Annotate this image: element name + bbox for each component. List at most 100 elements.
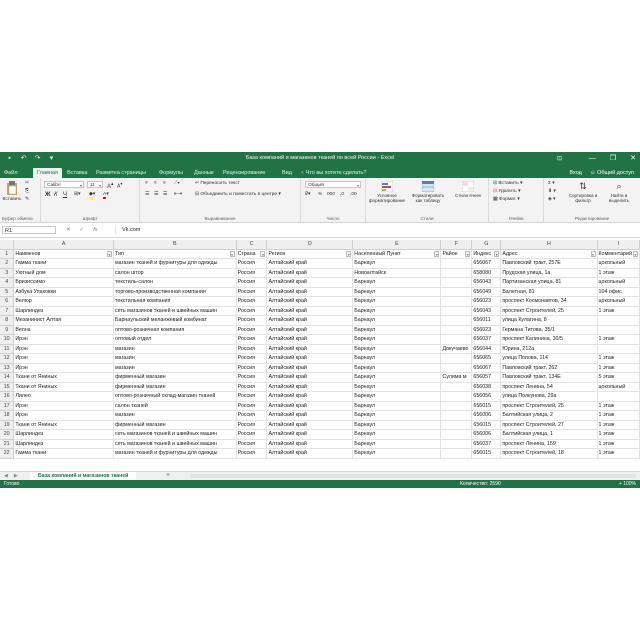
table-cell[interactable]: Алтайский край: [266, 287, 354, 297]
table-cell[interactable]: Барнаул: [352, 382, 442, 392]
table-cell[interactable]: Россия: [236, 439, 268, 449]
table-cell[interactable]: Павловский тракт, 262: [500, 363, 598, 373]
table-cell[interactable]: Россия: [236, 382, 268, 392]
tell-me-search[interactable]: ♀ Что вы хотите сделать?: [300, 168, 366, 178]
zoom-level[interactable]: + 100%: [619, 480, 636, 488]
header-cell[interactable]: Комментарий ▾: [597, 249, 640, 259]
table-cell[interactable]: Барнаул: [352, 325, 442, 335]
table-cell[interactable]: Россия: [236, 401, 268, 411]
header-cell[interactable]: Наименов ▾: [13, 249, 115, 259]
column-header-c[interactable]: C: [236, 240, 268, 250]
table-cell[interactable]: Ткани от Яниных: [13, 420, 115, 430]
cancel-icon[interactable]: ✕: [66, 226, 71, 234]
table-cell[interactable]: сеть магазинов тканей и швейных машин: [113, 306, 237, 316]
cell-styles-button[interactable]: Стили ячеек: [451, 181, 485, 198]
table-cell[interactable]: [440, 448, 473, 459]
table-cell[interactable]: салон штор: [113, 268, 237, 278]
fill-icon[interactable]: ⬇ ▾: [548, 189, 556, 195]
table-cell[interactable]: [440, 306, 473, 316]
table-cell[interactable]: сеть магазинов тканей и швейных машин: [113, 439, 237, 449]
bold-button[interactable]: Ж: [45, 192, 50, 198]
grow-font-icon[interactable]: A▴: [107, 181, 114, 190]
table-cell[interactable]: 656006: [471, 429, 502, 440]
table-cell[interactable]: Алтайский край: [266, 429, 354, 440]
enter-icon[interactable]: ✓: [80, 226, 85, 234]
table-cell[interactable]: 656043: [471, 306, 502, 316]
table-cell[interactable]: Алтайский край: [266, 410, 354, 421]
table-cell[interactable]: Алтайский край: [266, 420, 354, 430]
table-cell[interactable]: 1 этаж: [597, 401, 640, 411]
table-cell[interactable]: Ткани от Яниных: [13, 382, 115, 392]
table-cell[interactable]: Алтайский край: [266, 344, 354, 354]
tab-data[interactable]: Данные: [194, 168, 214, 178]
table-cell[interactable]: Россия: [236, 420, 268, 430]
table-cell[interactable]: Алтайский край: [266, 325, 354, 335]
table-cell[interactable]: [440, 401, 473, 411]
name-box[interactable]: R1: [2, 226, 56, 234]
tab-review[interactable]: Рецензирование: [223, 168, 265, 178]
table-cell[interactable]: цокольный: [597, 277, 640, 288]
maximize-button[interactable]: ❐: [610, 154, 616, 163]
table-cell[interactable]: проспект Ленина, 54: [500, 382, 598, 392]
table-cell[interactable]: Барнаул: [352, 391, 442, 402]
fill-color-icon[interactable]: ◆▾: [89, 192, 95, 199]
table-cell[interactable]: Лилео: [13, 391, 115, 402]
table-cell[interactable]: Ткани от Яниных: [13, 372, 115, 383]
table-cell[interactable]: Уютный дом: [13, 268, 115, 278]
merge-center-button[interactable]: ⊟ Объединить и поместить в центре ▾: [195, 192, 281, 198]
tab-file[interactable]: Файл: [4, 168, 18, 178]
table-cell[interactable]: Шарлиндез: [13, 439, 115, 449]
indent-icon[interactable]: ⇤⇥: [174, 192, 182, 198]
table-cell[interactable]: [440, 258, 473, 269]
table-cell[interactable]: [440, 439, 473, 449]
table-cell[interactable]: Барнаул: [352, 287, 442, 297]
table-cell[interactable]: Алтайский край: [266, 315, 354, 326]
table-cell[interactable]: Россия: [236, 277, 268, 288]
table-cell[interactable]: проспект Строителей, 25: [500, 401, 598, 411]
sort-filter-button[interactable]: ⇅ Сортировка и фильтр: [566, 181, 600, 203]
percent-icon[interactable]: %: [318, 192, 322, 198]
row-header[interactable]: 16: [0, 391, 15, 402]
header-cell[interactable]: Тип ▾: [113, 249, 237, 259]
conditional-formatting-button[interactable]: Условное форматирование: [368, 181, 406, 203]
column-header-g[interactable]: G: [471, 240, 502, 250]
filter-dropdown-icon[interactable]: ▾: [346, 250, 352, 257]
row-header[interactable]: 6: [0, 296, 15, 307]
table-cell[interactable]: Прудская улица, 1а: [500, 268, 598, 278]
table-cell[interactable]: магазин: [113, 363, 237, 373]
table-cell[interactable]: магазин тканей и фурнитуры для одежды: [113, 258, 237, 269]
table-cell[interactable]: [597, 325, 640, 335]
table-cell[interactable]: 656067: [471, 363, 502, 373]
align-left-icon[interactable]: ☰: [145, 192, 149, 198]
table-cell[interactable]: цокольный: [597, 382, 640, 392]
table-cell[interactable]: Докучаево: [440, 344, 473, 354]
table-cell[interactable]: Россия: [236, 325, 268, 335]
italic-button[interactable]: К: [54, 192, 58, 198]
table-cell[interactable]: Барнаул: [352, 372, 442, 383]
table-cell[interactable]: [440, 334, 473, 345]
underline-button[interactable]: Ч: [63, 192, 67, 198]
horizontal-scrollbar[interactable]: [190, 474, 636, 478]
increase-decimal-icon[interactable]: ,0: [340, 192, 344, 198]
row-header[interactable]: 21: [0, 439, 15, 449]
table-cell[interactable]: [440, 287, 473, 297]
orientation-icon[interactable]: ⟋▾: [174, 181, 180, 187]
align-center-icon[interactable]: ☰: [154, 192, 158, 198]
select-all-corner[interactable]: [0, 240, 15, 250]
row-header[interactable]: 5: [0, 287, 15, 297]
copy-icon[interactable]: ⎘: [25, 189, 29, 195]
table-cell[interactable]: проспект Ленина, 159: [500, 439, 598, 449]
table-cell[interactable]: 1 этаж: [597, 353, 640, 364]
table-cell[interactable]: Барнаул: [352, 344, 442, 354]
font-name-select[interactable]: Calibri ▾: [44, 181, 84, 188]
table-cell[interactable]: 1 этаж: [597, 410, 640, 421]
decrease-decimal-icon[interactable]: ,00: [350, 192, 357, 198]
table-cell[interactable]: Алтайский край: [266, 334, 354, 345]
table-cell[interactable]: Алтайский край: [266, 353, 354, 364]
table-cell[interactable]: 1 этаж: [597, 448, 640, 459]
table-cell[interactable]: магазин: [113, 410, 237, 421]
table-cell[interactable]: Шарлиндез: [13, 429, 115, 440]
table-cell[interactable]: [440, 277, 473, 288]
table-cell[interactable]: Барнаул: [352, 410, 442, 421]
table-cell[interactable]: оптовый отдел: [113, 334, 237, 345]
